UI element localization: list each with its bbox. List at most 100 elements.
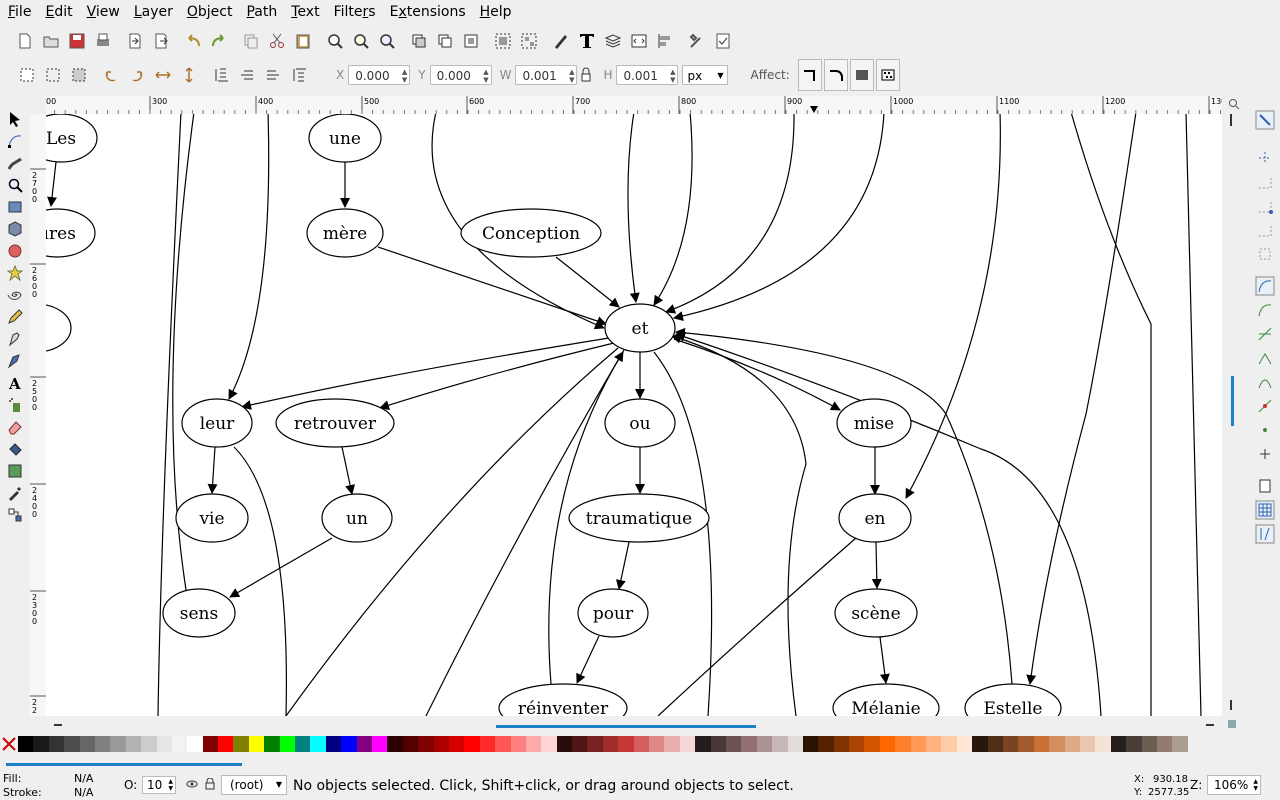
zoom-page-icon[interactable] [374, 28, 400, 54]
duplicate-icon[interactable] [406, 28, 432, 54]
graph-node[interactable]: retrouver [275, 398, 395, 448]
snap-path-icon[interactable] [1250, 298, 1280, 322]
snap-midpoint-icon[interactable] [1250, 394, 1280, 418]
flip-horizontal-icon[interactable] [150, 62, 176, 88]
redo-icon[interactable] [206, 28, 232, 54]
graph-node[interactable]: un [321, 493, 393, 543]
menu-filters[interactable]: Filters [326, 0, 382, 25]
palette-swatch[interactable] [541, 736, 557, 752]
graph-edge[interactable] [1185, 114, 1202, 716]
palette-swatch[interactable] [48, 736, 65, 752]
graph-edge[interactable] [233, 446, 287, 716]
graph-edge[interactable] [627, 114, 640, 303]
palette-swatch[interactable] [1126, 736, 1142, 752]
palette-swatch[interactable] [926, 736, 942, 752]
menu-file[interactable]: File [0, 0, 37, 25]
palette-swatch[interactable] [18, 736, 34, 752]
snap-page-icon[interactable] [1250, 474, 1280, 498]
flip-vertical-icon[interactable] [176, 62, 202, 88]
export-icon[interactable] [148, 28, 174, 54]
snap-cusp-icon[interactable] [1250, 346, 1280, 370]
lock-icon[interactable] [577, 62, 595, 88]
graph-node[interactable]: Mélanie [832, 683, 940, 716]
palette-swatch[interactable] [510, 736, 526, 752]
snap-bbox-midpoint-icon[interactable] [1250, 218, 1280, 242]
palette-swatch[interactable] [125, 736, 142, 752]
rotate-cw-icon[interactable] [124, 62, 150, 88]
raise-icon[interactable] [260, 62, 286, 88]
opacity-field[interactable]: 10 ▲ ▼ [142, 776, 176, 794]
x-field[interactable]: 0.000 ▲ ▼ [348, 65, 411, 85]
palette-swatch[interactable] [325, 736, 342, 752]
graph-edge[interactable] [377, 246, 607, 326]
calligraphy-tool-icon[interactable] [0, 350, 30, 372]
graph-edge[interactable] [871, 541, 882, 589]
dropper-tool-icon[interactable] [0, 482, 30, 504]
palette-swatch[interactable] [910, 736, 927, 752]
snap-grid-icon[interactable] [1250, 498, 1280, 522]
tweak-tool-icon[interactable] [0, 152, 30, 174]
graph-node[interactable]: une [308, 114, 382, 163]
snap-guide-icon[interactable] [1250, 522, 1280, 546]
palette-swatch[interactable] [279, 736, 296, 752]
scale-stroke-icon[interactable] [797, 59, 822, 91]
spin-arrows-icon[interactable]: ▲ ▼ [1253, 778, 1258, 792]
menu-help[interactable]: Help [472, 0, 518, 25]
graph-edge[interactable] [905, 114, 1001, 499]
palette-swatch[interactable] [587, 736, 603, 752]
snap-bbox-edge-icon[interactable] [1250, 170, 1280, 194]
palette-swatch[interactable] [264, 736, 280, 752]
palette-swatch[interactable] [94, 736, 111, 752]
bucket-tool-icon[interactable] [0, 438, 30, 460]
palette-swatch[interactable] [725, 736, 742, 752]
graph-node[interactable]: réinventer [498, 683, 628, 716]
palette-swatch[interactable] [402, 736, 419, 752]
graph-edge[interactable] [1026, 114, 1137, 685]
snap-bbox-icon[interactable] [1250, 146, 1280, 170]
lock-icon[interactable] [204, 777, 216, 793]
unit-select[interactable]: px ▼ [682, 65, 729, 85]
clone-icon[interactable] [432, 28, 458, 54]
rect-tool-icon[interactable] [0, 196, 30, 218]
palette-swatch[interactable] [972, 736, 988, 752]
palette-swatch[interactable] [1156, 736, 1173, 752]
menu-object[interactable]: Object [179, 0, 239, 25]
menu-view[interactable]: View [79, 0, 126, 25]
vertical-ruler[interactable]: 2700 2600 2500 2400 2300 22 [30, 114, 47, 716]
graph-edge[interactable] [615, 541, 630, 590]
palette-swatch[interactable] [849, 736, 865, 752]
save-icon[interactable] [64, 28, 90, 54]
pen-tool-icon[interactable] [0, 328, 30, 350]
graph-edge[interactable] [241, 337, 610, 410]
graph-node[interactable]: scène [834, 588, 918, 638]
layers-icon[interactable] [600, 28, 626, 54]
select-all-icon[interactable] [14, 62, 40, 88]
paste-icon[interactable] [290, 28, 316, 54]
graph-node[interactable]: sens [162, 588, 236, 638]
graph-node[interactable] [46, 304, 72, 352]
palette-swatch[interactable] [79, 736, 95, 752]
graph-edge[interactable] [229, 537, 333, 598]
graph-edge[interactable] [379, 342, 615, 411]
palette-swatch[interactable] [664, 736, 680, 752]
graph-node[interactable]: mise [836, 398, 912, 448]
snap-bbox-center-icon[interactable] [1250, 242, 1280, 266]
raise-to-top-icon[interactable] [286, 62, 312, 88]
eye-icon[interactable] [186, 778, 198, 793]
y-field[interactable]: 0.000 ▲ ▼ [429, 65, 492, 85]
palette-swatch[interactable] [171, 736, 188, 752]
horizontal-ruler[interactable]: 00 300 400 500 600 700 800 900 1000 1100 1200 130 [46, 96, 1222, 115]
palette-swatch[interactable] [818, 736, 834, 752]
palette-swatch[interactable] [202, 736, 219, 752]
select-all-layers-icon[interactable] [40, 62, 66, 88]
spin-arrows-icon[interactable]: ▲ ▼ [168, 778, 173, 792]
palette-swatch[interactable] [1079, 736, 1096, 752]
spray-tool-icon[interactable] [0, 394, 30, 416]
palette-swatch[interactable] [218, 736, 234, 752]
undo-icon[interactable] [180, 28, 206, 54]
palette-swatch[interactable] [941, 736, 957, 752]
palette-swatch[interactable] [418, 736, 434, 752]
palette-swatch[interactable] [1172, 736, 1188, 752]
palette-swatch[interactable] [772, 736, 788, 752]
drawing-canvas[interactable]: Les ures une mère Conception et leur retrouver o… [46, 114, 1222, 716]
